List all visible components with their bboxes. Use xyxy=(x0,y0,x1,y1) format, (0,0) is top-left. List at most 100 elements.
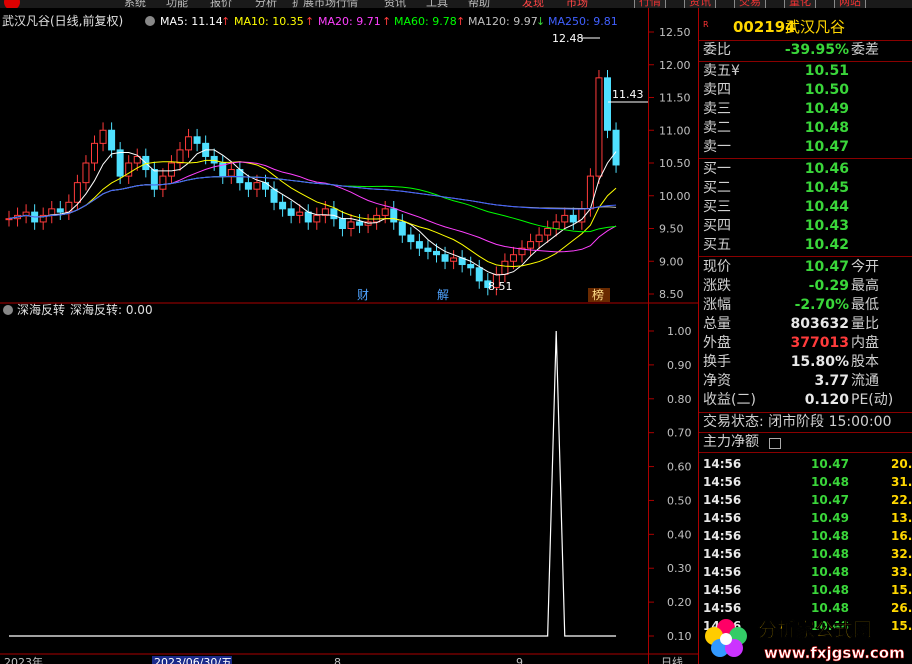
candle-body xyxy=(475,267,483,282)
indicator-tick-9: 0.10 xyxy=(667,630,692,643)
ma250-label: MA250: 9.81 xyxy=(548,15,618,28)
candle-body xyxy=(356,221,364,226)
btn-market[interactable]: 市场 xyxy=(566,0,588,8)
ask-row: 卖四 10.50 xyxy=(703,82,849,98)
candle-body xyxy=(501,260,509,275)
candle-body xyxy=(390,208,398,223)
menu-function[interactable]: 功能 xyxy=(166,0,188,8)
candle-body xyxy=(91,142,98,164)
candle-body xyxy=(99,129,107,144)
stat-row: 涨跌 -0.29 最高 xyxy=(703,278,879,294)
quote-panel: R 002194 武汉凡谷 委比 -39.95% 委差 卖五¥ 10.51 卖四 10… xyxy=(698,8,912,664)
candle-body xyxy=(544,228,552,236)
price-tick-7: 9.00 xyxy=(659,255,684,268)
candle-body xyxy=(561,214,569,223)
weicha-label: 委差 xyxy=(851,42,879,58)
indicator-toggle-icon xyxy=(3,305,13,315)
tab-trade[interactable]: 交易 xyxy=(734,0,766,8)
candle-body xyxy=(253,182,261,190)
menu-help[interactable]: 帮助 xyxy=(468,0,490,8)
candle-body xyxy=(150,169,158,190)
candle-body xyxy=(527,241,535,249)
tick-row: 14:56 10.48 32. xyxy=(703,547,912,561)
candle-body xyxy=(73,182,81,203)
stat-row: 涨幅 -2.70% 最低 xyxy=(703,297,879,313)
weibi-row: 委比 -39.95% 委差 xyxy=(699,41,912,60)
indicator-line xyxy=(9,330,617,637)
settings-toggle-icon xyxy=(145,16,155,26)
tab-info[interactable]: 资讯 xyxy=(684,0,716,8)
tab-quotes[interactable]: 行情 xyxy=(634,0,666,8)
indicator-tick-8: 0.20 xyxy=(667,596,692,609)
bid-row: 买二 10.45 xyxy=(703,180,849,196)
ma-line-5 xyxy=(8,149,617,276)
ma60-label: MA60: 9.78 xyxy=(394,15,457,28)
time-label-aug: 8 xyxy=(334,656,341,664)
btn-discover[interactable]: 发现 xyxy=(522,0,544,8)
menu-extended-market[interactable]: 扩展市场行情 xyxy=(292,0,358,8)
event-ranking-marker: 榜 xyxy=(592,287,604,302)
price-tick-6: 9.50 xyxy=(659,223,684,236)
tick-row: 14:56 10.47 20. xyxy=(703,457,912,471)
time-label-year: 2023年 xyxy=(4,655,43,664)
price-tick-5: 10.00 xyxy=(659,190,691,203)
chart-area[interactable]: 武汉凡谷(日线,前复权) MA5: 11.14 ↑ MA10: 10.35 ↑ … xyxy=(0,8,648,664)
deep-sea-reversal-line xyxy=(9,330,617,637)
indicator-tick-7: 0.30 xyxy=(667,562,692,575)
tab-website[interactable]: 网站 xyxy=(834,0,866,8)
menu-tools[interactable]: 工具 xyxy=(426,0,448,8)
indicator-tick-3: 0.70 xyxy=(667,427,692,440)
ask-row: 卖五¥ 10.51 xyxy=(703,63,849,79)
tick-row: 14:56 10.48 16. xyxy=(703,529,912,543)
bid-row: 买五 10.42 xyxy=(703,237,849,253)
ma5-arrow-icon: ↑ xyxy=(221,15,230,28)
indicator-tick-0: 1.00 xyxy=(667,325,692,338)
candle-body xyxy=(108,129,116,151)
price-tick-4: 10.50 xyxy=(659,157,691,170)
candle-body xyxy=(578,208,586,223)
price-line-label: 11.43 xyxy=(612,88,644,101)
price-tick-8: 8.50 xyxy=(659,288,684,301)
ma10-label: MA10: 10.35 xyxy=(234,15,304,28)
time-label-sep: 9 xyxy=(516,656,523,664)
indicator-value: 深海反转: 0.00 xyxy=(70,302,153,317)
menu-quote[interactable]: 报价 xyxy=(210,0,232,8)
candle-body xyxy=(415,241,423,249)
logo-mark-icon xyxy=(4,0,20,8)
price-tick-0: 12.50 xyxy=(659,26,691,39)
price-tick-2: 11.50 xyxy=(659,92,691,105)
candle-body xyxy=(433,250,440,256)
ask-row: 卖三 10.49 xyxy=(703,101,849,117)
ma5-label: MA5: 11.14 xyxy=(160,15,223,28)
candle-body xyxy=(56,208,64,213)
stock-name: 武汉凡谷 xyxy=(785,18,846,36)
indicator-tick-5: 0.50 xyxy=(667,494,692,507)
main-flow-row: 主力净额 xyxy=(699,433,912,452)
candle-body xyxy=(82,162,90,184)
ma-line-80 xyxy=(8,175,617,220)
r-badge: R xyxy=(703,20,709,29)
moving-average-lines xyxy=(8,149,617,276)
tick-row: 14:5610.4815. xyxy=(703,583,912,597)
tick-row: 14:56 10.49 13. xyxy=(703,511,912,525)
menu-system[interactable]: 系统 xyxy=(124,0,146,8)
indicator-tick-1: 0.90 xyxy=(667,359,692,372)
time-label-cursor: 2023/06/30/五 xyxy=(154,656,232,664)
candle-body xyxy=(227,169,235,177)
indicator-title: 深海反转 xyxy=(17,302,65,317)
trade-status: 交易状态: 闭市阶段 15:00:00 xyxy=(703,414,892,430)
menu-analysis[interactable]: 分析 xyxy=(255,0,277,8)
flow-list-icon[interactable] xyxy=(769,438,781,449)
menu-info[interactable]: 资讯 xyxy=(384,0,406,8)
ma120-label: MA120: 9.97 xyxy=(468,15,538,28)
trade-status-row: 交易状态: 闭市阶段 15:00:00 xyxy=(699,413,912,432)
candle-body xyxy=(612,129,620,166)
tab-quant[interactable]: 量化 xyxy=(784,0,816,8)
high-price-label: 12.48 xyxy=(552,32,584,45)
candle-body xyxy=(381,208,389,216)
candle-body xyxy=(210,155,218,164)
stat-row: 现价 10.47 今开 xyxy=(703,259,879,275)
watermark-title: 分析家公式网 xyxy=(758,618,872,641)
candle-body xyxy=(167,162,175,177)
candle-body xyxy=(424,247,432,252)
